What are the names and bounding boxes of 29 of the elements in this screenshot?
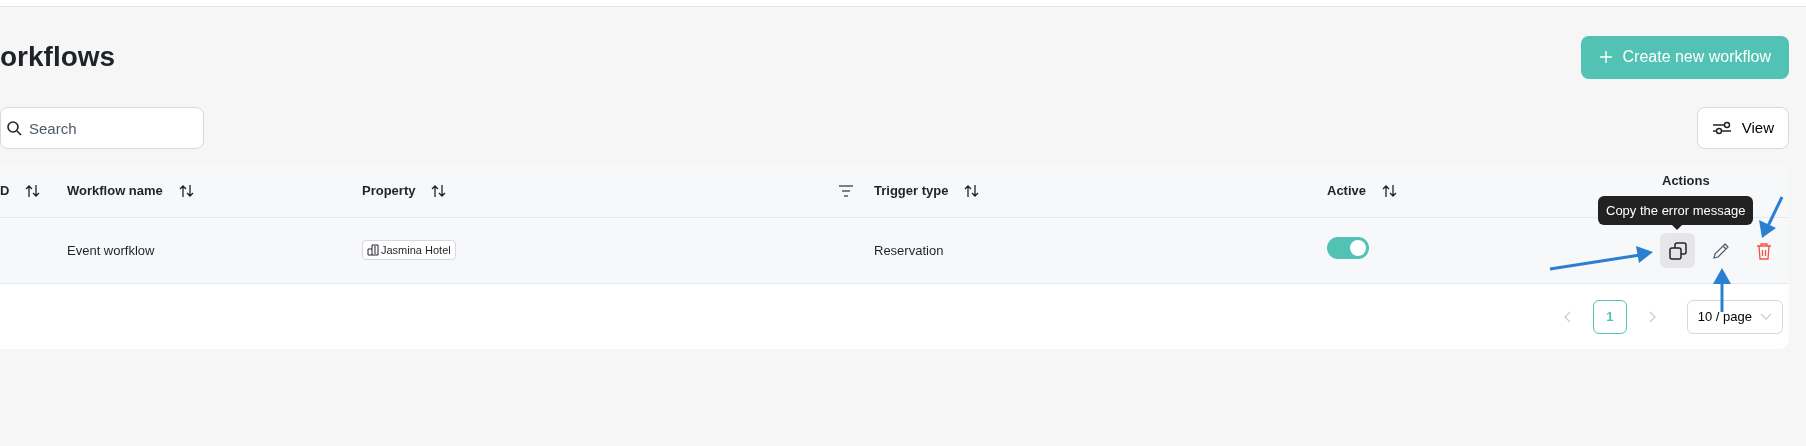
chevron-right-icon xyxy=(1648,311,1657,324)
table-cell-text: Event worfklow xyxy=(67,241,156,260)
plus-icon xyxy=(1598,50,1613,64)
view-button[interactable]: View xyxy=(1696,107,1789,149)
copy-icon xyxy=(1668,241,1687,260)
tooltip-arrow xyxy=(1672,225,1682,230)
column-header: Property xyxy=(362,182,416,201)
annotation-arrow xyxy=(1713,268,1731,312)
chevron-left-icon xyxy=(1562,311,1571,324)
tooltip: Copy the error message xyxy=(1598,196,1754,225)
table-cell-text: Reservation xyxy=(874,241,945,260)
active-toggle[interactable] xyxy=(1327,236,1369,259)
column-header: Active xyxy=(1327,182,1367,201)
sliders-icon xyxy=(1711,120,1732,136)
annotation-arrow xyxy=(1759,196,1784,238)
pencil-icon xyxy=(1711,241,1730,260)
building-icon xyxy=(367,243,379,256)
trash-icon xyxy=(1755,241,1772,260)
copy-button[interactable] xyxy=(1660,233,1695,268)
column-header: D xyxy=(0,182,10,201)
column-header: Actions xyxy=(1662,172,1710,190)
property-tag: Jasmina Hotel xyxy=(362,239,456,261)
search-icon xyxy=(6,120,22,136)
page-title: orkflows xyxy=(0,40,116,74)
page-size-select[interactable]: 10 / page xyxy=(1686,299,1783,334)
search-field[interactable]: Search xyxy=(0,107,204,149)
chevron-down-icon xyxy=(1760,312,1772,321)
column-header: Workflow name xyxy=(67,182,163,201)
column-header: Trigger type xyxy=(874,182,949,201)
